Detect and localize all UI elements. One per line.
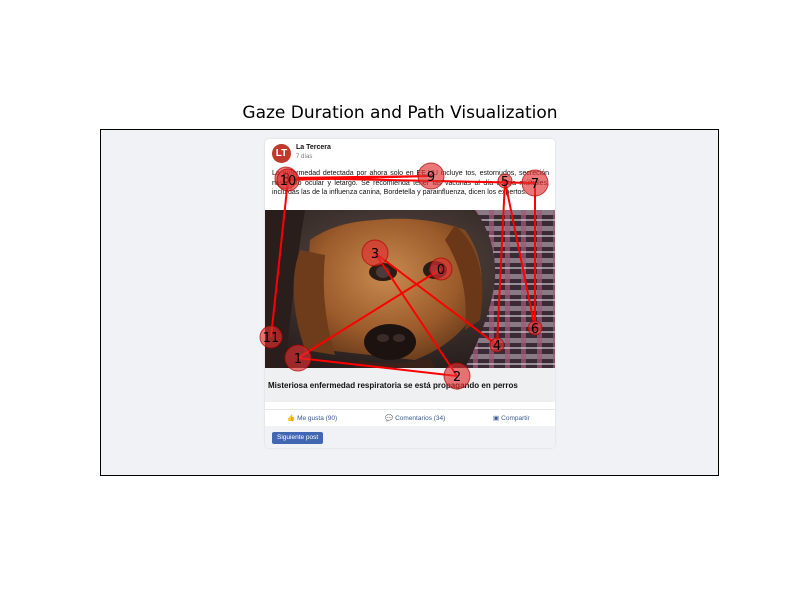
like-button[interactable]: 👍 Me gusta (90) [287,414,337,422]
comment-button[interactable]: 💬 Comentarios (34) [385,414,445,422]
article-headline[interactable]: Misteriosa enfermedad respiratoria se es… [268,381,518,390]
share-button[interactable]: ▣ Compartir [493,414,530,422]
post-timestamp: 7 días [296,154,313,160]
thumbs-up-icon: 👍 [287,415,296,422]
page-name[interactable]: La Tercera [296,144,331,151]
share-icon: ▣ [493,415,500,422]
post-text: La enfermedad detectada por ahora solo e… [272,170,549,196]
comment-label: Comentarios (34) [395,415,446,422]
avatar[interactable]: LT [272,144,291,163]
dog-image-illustration [265,210,555,368]
comment-icon: 💬 [385,415,394,422]
like-label: Me gusta (90) [297,415,338,422]
share-label: Compartir [501,415,530,422]
dog-photo[interactable] [265,210,555,368]
social-post-card: LT La Tercera 7 días La enfermedad detec… [265,139,555,448]
next-post-button[interactable]: Siguiente post [272,432,324,444]
action-bar: 👍 Me gusta (90) 💬 Comentarios (34) ▣ Compar… [265,409,555,426]
chart-title: Gaze Duration and Path Visualization [242,103,558,123]
headline-box[interactable]: Misteriosa enfermedad respiratoria se es… [265,368,555,402]
